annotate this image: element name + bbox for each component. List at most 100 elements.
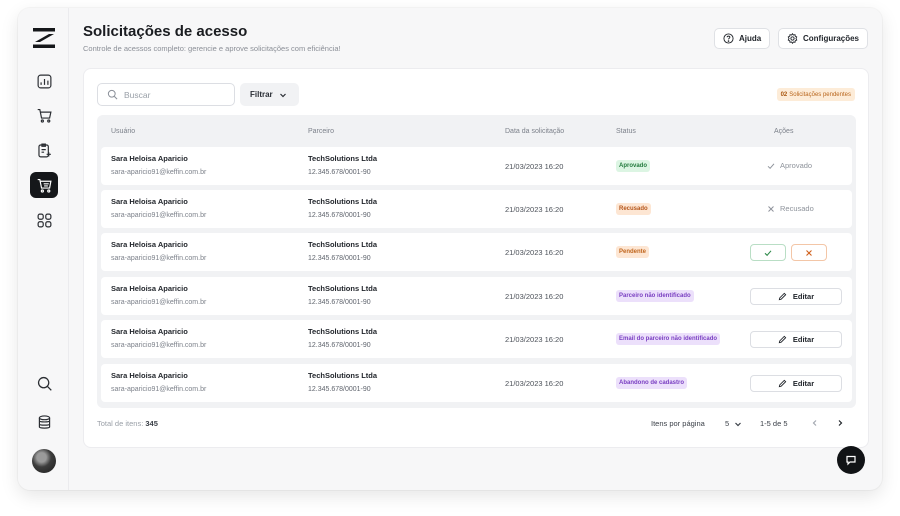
- pending-count: 02: [780, 91, 788, 98]
- pagination-range: 1-5 de 5: [760, 419, 788, 428]
- search-icon: [37, 376, 52, 391]
- user-email: sara-aparicio91@keffin.com.br: [111, 255, 207, 262]
- sidebar-item-apps[interactable]: [30, 207, 58, 233]
- sidebar-item-cart[interactable]: [30, 102, 58, 128]
- status-badge: Abandono de cadastro: [616, 377, 688, 389]
- partner-cnpj: 12.345.678/0001-90: [308, 342, 371, 349]
- partner-name: TechSolutions Ltda: [308, 371, 378, 380]
- search-icon: [107, 89, 118, 100]
- request-date: 21/03/2023 16:20: [505, 335, 564, 344]
- items-per-page-label: Itens por página: [651, 419, 705, 428]
- close-icon: [806, 249, 812, 256]
- decline-button[interactable]: [791, 244, 827, 261]
- sidebar: [18, 8, 69, 490]
- table-row[interactable]: Sara Heloisa Aparicio sara-aparicio91@ke…: [101, 233, 852, 271]
- sidebar-item-dashboard[interactable]: [30, 68, 58, 94]
- chevron-right-icon: [838, 420, 843, 426]
- search-field[interactable]: [97, 83, 235, 106]
- request-date: 21/03/2023 16:20: [505, 248, 564, 257]
- edit-button[interactable]: Editar: [750, 331, 842, 348]
- chevron-left-icon: [812, 420, 817, 426]
- table-row[interactable]: Sara Heloisa Aparicio sara-aparicio91@ke…: [101, 147, 852, 185]
- filter-button[interactable]: Filtrar: [240, 83, 299, 106]
- check-icon: [767, 162, 775, 169]
- database-icon: [38, 414, 50, 429]
- status-badge: Email do parceiro não identificado: [616, 333, 721, 345]
- column-header-status[interactable]: Status: [616, 128, 636, 135]
- request-date: 21/03/2023 16:20: [505, 379, 564, 388]
- table-row[interactable]: Sara Heloisa Aparicio sara-aparicio91@ke…: [101, 190, 852, 228]
- action-approved-label: Aprovado: [767, 161, 812, 170]
- pending-text: Solicitações pendentes: [789, 91, 851, 98]
- partner-name: TechSolutions Ltda: [308, 327, 378, 336]
- edit-button[interactable]: Editar: [750, 288, 842, 305]
- sidebar-item-database[interactable]: [30, 409, 58, 435]
- action-declined-label: Recusado: [767, 204, 814, 213]
- clipboard-add-icon: [37, 143, 51, 157]
- sidebar-item-access-requests[interactable]: [30, 172, 58, 198]
- pending-requests-badge: 02 Solicitações pendentes: [776, 88, 855, 101]
- status-badge: Recusado: [616, 203, 651, 215]
- user-email: sara-aparicio91@keffin.com.br: [111, 299, 207, 306]
- main-content: Solicitações de acesso Controle de acess…: [69, 8, 882, 490]
- edit-button[interactable]: Editar: [750, 375, 842, 392]
- chevron-down-icon: [735, 422, 742, 426]
- column-header-date[interactable]: Data da solicitação: [505, 128, 564, 135]
- status-badge: Parceiro não identificado: [616, 290, 694, 302]
- partner-cnpj: 12.345.678/0001-90: [308, 255, 371, 262]
- previous-page-button[interactable]: [808, 416, 822, 430]
- page-title: Solicitações de acesso: [83, 23, 248, 40]
- total-items-value: 345: [145, 419, 158, 428]
- table-row[interactable]: Sara Heloisa Aparicio sara-aparicio91@ke…: [101, 277, 852, 315]
- request-date: 21/03/2023 16:20: [505, 205, 564, 214]
- brand-logo[interactable]: [32, 26, 56, 50]
- user-email: sara-aparicio91@keffin.com.br: [111, 169, 207, 176]
- column-header-actions: Ações: [774, 128, 794, 135]
- chat-button[interactable]: [837, 446, 865, 474]
- items-per-page-select[interactable]: 5: [725, 419, 742, 428]
- sidebar-item-requests[interactable]: [30, 137, 58, 163]
- user-email: sara-aparicio91@keffin.com.br: [111, 342, 207, 349]
- cart-list-icon: [37, 178, 52, 193]
- chevron-down-icon: [279, 93, 286, 97]
- table-row[interactable]: Sara Heloisa Aparicio sara-aparicio91@ke…: [101, 364, 852, 402]
- user-name: Sara Heloisa Aparicio: [111, 371, 188, 380]
- request-date: 21/03/2023 16:20: [505, 162, 564, 171]
- column-header-user[interactable]: Usuário: [111, 128, 135, 135]
- status-badge: Pendente: [616, 246, 650, 258]
- user-name: Sara Heloisa Aparicio: [111, 284, 188, 293]
- help-label: Ajuda: [739, 34, 762, 43]
- partner-name: TechSolutions Ltda: [308, 154, 378, 163]
- request-date: 21/03/2023 16:20: [505, 292, 564, 301]
- page-subtitle: Controle de acessos completo: gerencie e…: [83, 44, 341, 53]
- pencil-icon: [778, 379, 787, 388]
- gear-icon: [787, 33, 798, 44]
- check-icon: [764, 249, 772, 256]
- approve-button[interactable]: [750, 244, 786, 261]
- partner-name: TechSolutions Ltda: [308, 240, 378, 249]
- filter-label: Filtrar: [250, 90, 273, 99]
- sidebar-item-search[interactable]: [30, 370, 58, 396]
- user-name: Sara Heloisa Aparicio: [111, 154, 188, 163]
- close-icon: [768, 205, 774, 212]
- dashboard-icon: [37, 74, 51, 88]
- partner-cnpj: 12.345.678/0001-90: [308, 386, 371, 393]
- app-window: Solicitações de acesso Controle de acess…: [18, 8, 882, 490]
- status-badge: Aprovado: [616, 160, 651, 172]
- requests-table: Usuário Parceiro Data da solicitação Sta…: [97, 115, 856, 408]
- partner-name: TechSolutions Ltda: [308, 197, 378, 206]
- help-button[interactable]: Ajuda: [714, 28, 771, 49]
- partner-name: TechSolutions Ltda: [308, 284, 378, 293]
- partner-cnpj: 12.345.678/0001-90: [308, 212, 371, 219]
- column-header-partner[interactable]: Parceiro: [308, 128, 334, 135]
- user-name: Sara Heloisa Aparicio: [111, 240, 188, 249]
- partner-cnpj: 12.345.678/0001-90: [308, 299, 371, 306]
- partner-cnpj: 12.345.678/0001-90: [308, 169, 371, 176]
- next-page-button[interactable]: [833, 416, 847, 430]
- avatar[interactable]: [32, 449, 56, 473]
- search-input[interactable]: [124, 89, 224, 100]
- settings-button[interactable]: Configurações: [778, 28, 869, 49]
- settings-label: Configurações: [803, 34, 860, 43]
- table-row[interactable]: Sara Heloisa Aparicio sara-aparicio91@ke…: [101, 320, 852, 358]
- user-email: sara-aparicio91@keffin.com.br: [111, 386, 207, 393]
